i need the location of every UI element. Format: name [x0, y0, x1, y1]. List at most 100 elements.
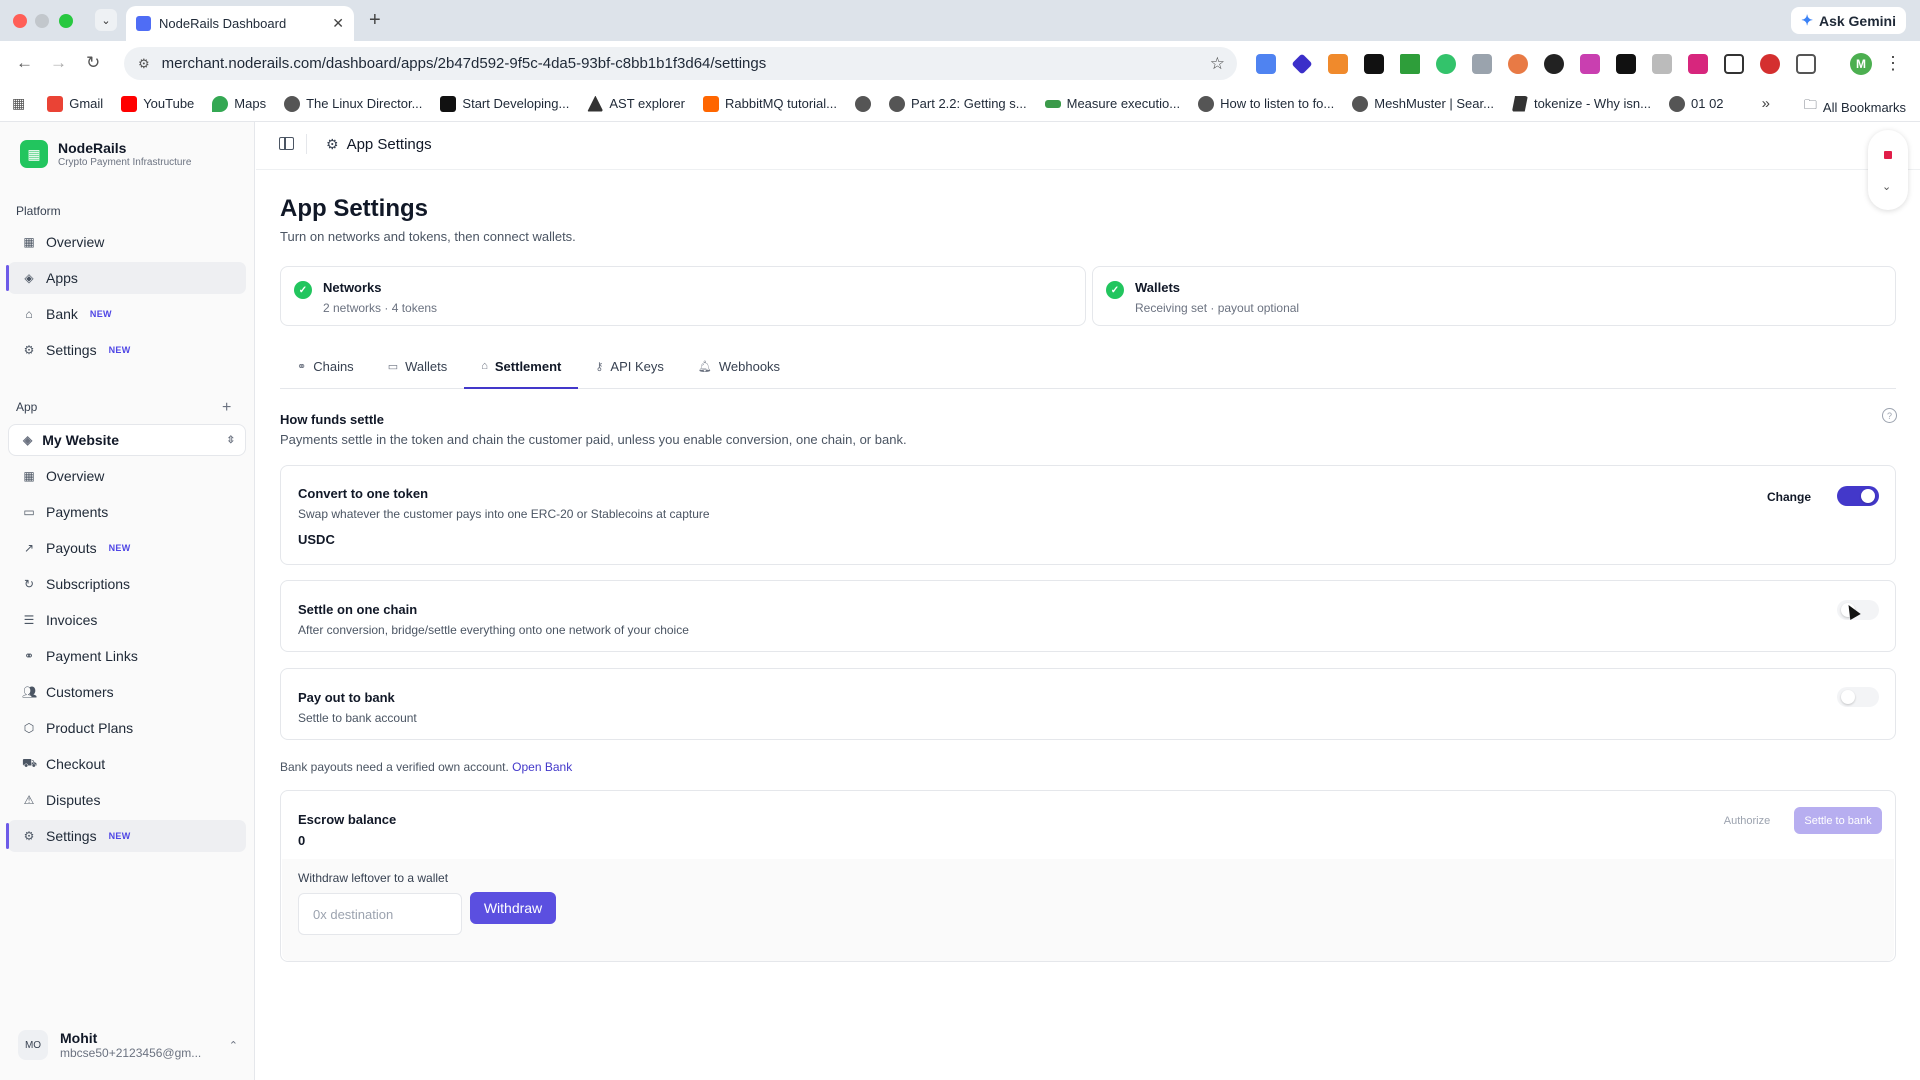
- reload-icon[interactable]: ↻: [86, 53, 100, 73]
- bookmark-how-to-listen[interactable]: How to listen to fo...: [1198, 95, 1334, 112]
- metamask-extension-icon[interactable]: [1328, 54, 1348, 74]
- tab-chains[interactable]: ⚭ Chains: [280, 344, 371, 388]
- more-bookmarks-icon[interactable]: »: [1762, 95, 1770, 112]
- sidebar-item-bank[interactable]: ⌂ Bank NEW: [8, 298, 246, 330]
- tab-webhooks[interactable]: 🔔︎ Webhooks: [681, 344, 797, 388]
- sidebar-item-platform-overview[interactable]: ▦ Overview: [8, 226, 246, 258]
- sidebar-item-customers[interactable]: 👥︎ Customers: [8, 676, 246, 708]
- wallets-summary-card[interactable]: ✓ Wallets Receiving set · payout optiona…: [1092, 266, 1896, 326]
- app-selector[interactable]: ◈ My Website ⇳: [8, 424, 246, 456]
- bookmark-rabbitmq[interactable]: RabbitMQ tutorial...: [703, 95, 837, 112]
- layers-icon: ◈: [23, 433, 33, 447]
- list-icon: ☰: [23, 613, 35, 627]
- user-menu[interactable]: MO Mohit mbcse50+2123456@gm... ⌃: [18, 1030, 238, 1060]
- app-sidebar: ▦ NodeRails Crypto Payment Infrastructur…: [0, 122, 255, 1080]
- sidebar-item-subscriptions[interactable]: ↻ Subscriptions: [8, 568, 246, 600]
- stop-record-icon[interactable]: [1884, 151, 1892, 159]
- window-close-button[interactable]: [13, 14, 27, 28]
- sidebar-item-app-overview[interactable]: ▦ Overview: [8, 460, 246, 492]
- sidebar-item-platform-settings[interactable]: ⚙ Settings NEW: [8, 334, 246, 366]
- recording-widget[interactable]: ⌄: [1868, 130, 1908, 210]
- settle-to-bank-button[interactable]: Settle to bank: [1794, 807, 1882, 834]
- bookmark-start-developing[interactable]: Start Developing...: [440, 95, 569, 112]
- sidebar-item-invoices[interactable]: ☰ Invoices: [8, 604, 246, 636]
- bookmark-youtube[interactable]: YouTube: [121, 95, 194, 112]
- bookmark-01-02[interactable]: 01 02: [1669, 95, 1724, 112]
- bookmark-tokenize[interactable]: tokenize - Why isn...: [1511, 95, 1651, 112]
- tab-wallets[interactable]: ▭ Wallets: [371, 344, 465, 388]
- pay-out-bank-subtitle: Settle to bank account: [298, 711, 417, 725]
- pay-out-bank-toggle[interactable]: [1837, 687, 1879, 707]
- bookmark-linux-directory[interactable]: The Linux Director...: [284, 95, 422, 112]
- authorize-button[interactable]: Authorize: [1713, 807, 1781, 834]
- sidebar-item-apps[interactable]: ◈ Apps: [8, 262, 246, 294]
- withdraw-button[interactable]: Withdraw: [470, 892, 556, 924]
- browser-tab[interactable]: NodeRails Dashboard ✕: [126, 6, 354, 41]
- tab-api-keys[interactable]: ⚷ API Keys: [578, 344, 681, 388]
- sidebar-toggle-icon[interactable]: [279, 137, 294, 150]
- bookmark-globe[interactable]: [855, 95, 871, 112]
- extension-icon[interactable]: [1580, 54, 1600, 74]
- breadcrumb-label: App Settings: [346, 136, 432, 153]
- medium-extension-icon[interactable]: [1364, 54, 1384, 74]
- bookmark-part-2-2[interactable]: Part 2.2: Getting s...: [889, 95, 1027, 112]
- extension-icon[interactable]: [1616, 54, 1636, 74]
- url-text[interactable]: merchant.noderails.com/dashboard/apps/2b…: [162, 55, 1210, 72]
- change-token-button[interactable]: Change: [1767, 490, 1811, 504]
- download-extension-icon[interactable]: [1400, 54, 1420, 74]
- bookmark-star-icon[interactable]: ☆: [1210, 54, 1225, 74]
- address-bar[interactable]: ⚙ merchant.noderails.com/dashboard/apps/…: [124, 47, 1237, 80]
- bookmark-ast-explorer[interactable]: AST explorer: [587, 95, 685, 112]
- sidebar-item-product-plans[interactable]: ⬡ Product Plans: [8, 712, 246, 744]
- extension-icon[interactable]: [1291, 53, 1313, 75]
- sidebar-item-disputes[interactable]: ⚠ Disputes: [8, 784, 246, 816]
- extension-icon[interactable]: [1760, 54, 1780, 74]
- open-bank-link[interactable]: Open Bank: [512, 760, 572, 774]
- sidebar-item-payment-links[interactable]: ⚭ Payment Links: [8, 640, 246, 672]
- bookmark-gmail[interactable]: Gmail: [47, 95, 103, 112]
- forward-arrow-icon[interactable]: →: [50, 53, 67, 73]
- new-tab-button[interactable]: +: [369, 9, 381, 31]
- window-maximize-button[interactable]: [59, 14, 73, 28]
- app-selector-value: My Website: [42, 432, 119, 448]
- chevron-down-icon[interactable]: ⌄: [1882, 180, 1891, 193]
- help-circle-icon[interactable]: ?: [1882, 408, 1897, 423]
- convert-token-toggle[interactable]: [1837, 486, 1879, 506]
- browser-menu-icon[interactable]: ⋮: [1884, 53, 1902, 74]
- add-app-plus-icon[interactable]: +: [222, 399, 231, 417]
- networks-summary-card[interactable]: ✓ Networks 2 networks · 4 tokens: [280, 266, 1086, 326]
- tab-close-icon[interactable]: ✕: [332, 15, 344, 32]
- extension-icon[interactable]: [1724, 54, 1744, 74]
- extensions-puzzle-icon[interactable]: [1796, 54, 1816, 74]
- back-arrow-icon[interactable]: ←: [16, 53, 33, 73]
- bookmark-meshmuster[interactable]: MeshMuster | Sear...: [1352, 95, 1494, 112]
- withdraw-section: Withdraw leftover to a wallet Withdraw: [282, 859, 1894, 961]
- extension-icon[interactable]: [1652, 54, 1672, 74]
- section-subtitle: Payments settle in the token and chain t…: [280, 432, 907, 447]
- sidebar-item-payments[interactable]: ▭ Payments: [8, 496, 246, 528]
- sidebar-item-app-settings[interactable]: ⚙ Settings NEW: [8, 820, 246, 852]
- extension-icon[interactable]: [1472, 54, 1492, 74]
- apps-grid-icon[interactable]: ▦: [12, 95, 25, 112]
- extension-icon[interactable]: [1544, 54, 1564, 74]
- tab-settlement[interactable]: ⌂ Settlement: [464, 344, 579, 389]
- brand[interactable]: ▦ NodeRails Crypto Payment Infrastructur…: [20, 140, 191, 168]
- avatar: MO: [18, 1030, 48, 1060]
- bookmark-maps[interactable]: Maps: [212, 95, 266, 112]
- profile-avatar[interactable]: M: [1850, 53, 1872, 75]
- extension-icon[interactable]: [1688, 54, 1708, 74]
- globe-icon: [889, 95, 905, 112]
- extension-icon[interactable]: [1256, 54, 1276, 74]
- new-badge: NEW: [108, 345, 131, 355]
- sidebar-item-payouts[interactable]: ↗ Payouts NEW: [8, 532, 246, 564]
- ask-gemini-button[interactable]: ✦ Ask Gemini: [1791, 7, 1906, 34]
- extension-icon[interactable]: [1436, 54, 1456, 74]
- site-info-icon[interactable]: ⚙: [138, 56, 150, 72]
- window-minimize-button[interactable]: [35, 14, 49, 28]
- bookmark-measure-execution[interactable]: Measure executio...: [1044, 96, 1180, 111]
- tab-search-button[interactable]: ⌄: [95, 9, 117, 31]
- extension-icon[interactable]: [1508, 54, 1528, 74]
- sidebar-item-checkout[interactable]: ⛟ Checkout: [8, 748, 246, 780]
- destination-input[interactable]: [298, 893, 462, 935]
- all-bookmarks-button[interactable]: 🗀 All Bookmarks: [1804, 96, 1906, 118]
